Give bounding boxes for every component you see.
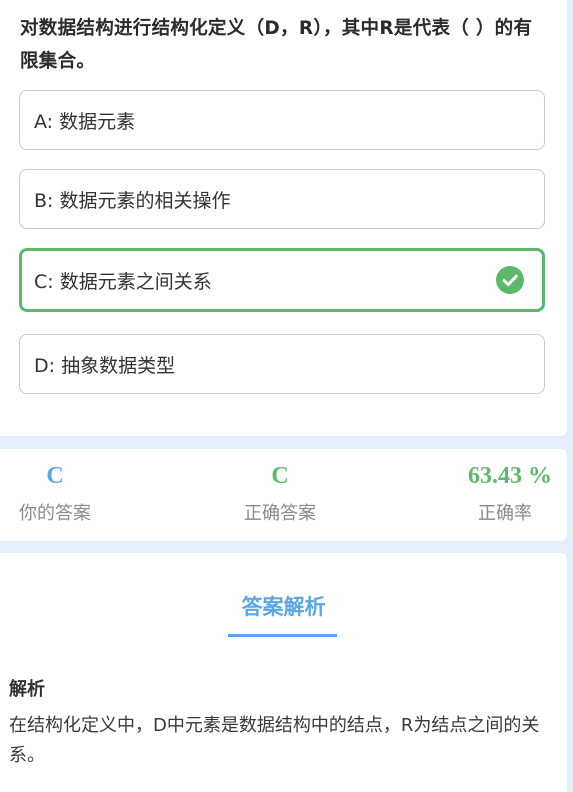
option-b[interactable]: B: 数据元素的相关操作: [19, 169, 545, 229]
check-circle-icon: [496, 266, 524, 294]
analysis-card: 答案解析 解析 在结构化定义中，D中元素是数据结构中的结点，R为结点之间的关系。: [0, 553, 567, 792]
your-answer-value: C: [46, 463, 64, 489]
accuracy-label: 正确率: [478, 503, 532, 524]
accuracy-value: 63.43 %: [468, 463, 552, 489]
analysis-title: 答案解析: [241, 595, 326, 619]
your-answer-label: 你的答案: [19, 503, 91, 524]
analysis-body: 在结构化定义中，D中元素是数据结构中的结点，R为结点之间的关系。: [9, 715, 540, 766]
option-d[interactable]: D: 抽象数据类型: [19, 334, 545, 394]
option-label: A: 数据元素: [34, 110, 136, 133]
analysis-title-underline: [228, 634, 337, 637]
correct-answer-value: C: [271, 463, 289, 489]
option-c[interactable]: C: 数据元素之间关系: [19, 248, 545, 312]
option-label: B: 数据元素的相关操作: [34, 189, 231, 212]
analysis-heading: 解析: [9, 679, 45, 700]
question-card: 对数据结构进行结构化定义（D，R），其中R是代表（ ）的有限集合。 A: 数据元…: [0, 0, 567, 436]
option-label: C: 数据元素之间关系: [34, 270, 212, 293]
option-a[interactable]: A: 数据元素: [19, 90, 545, 150]
option-label: D: 抽象数据类型: [34, 354, 176, 377]
question-text: 对数据结构进行结构化定义（D，R），其中R是代表（ ）的有限集合。: [20, 18, 533, 72]
stats-card: C 你的答案 C 正确答案 63.43 % 正确率: [0, 449, 567, 541]
correct-answer-label: 正确答案: [244, 503, 316, 524]
